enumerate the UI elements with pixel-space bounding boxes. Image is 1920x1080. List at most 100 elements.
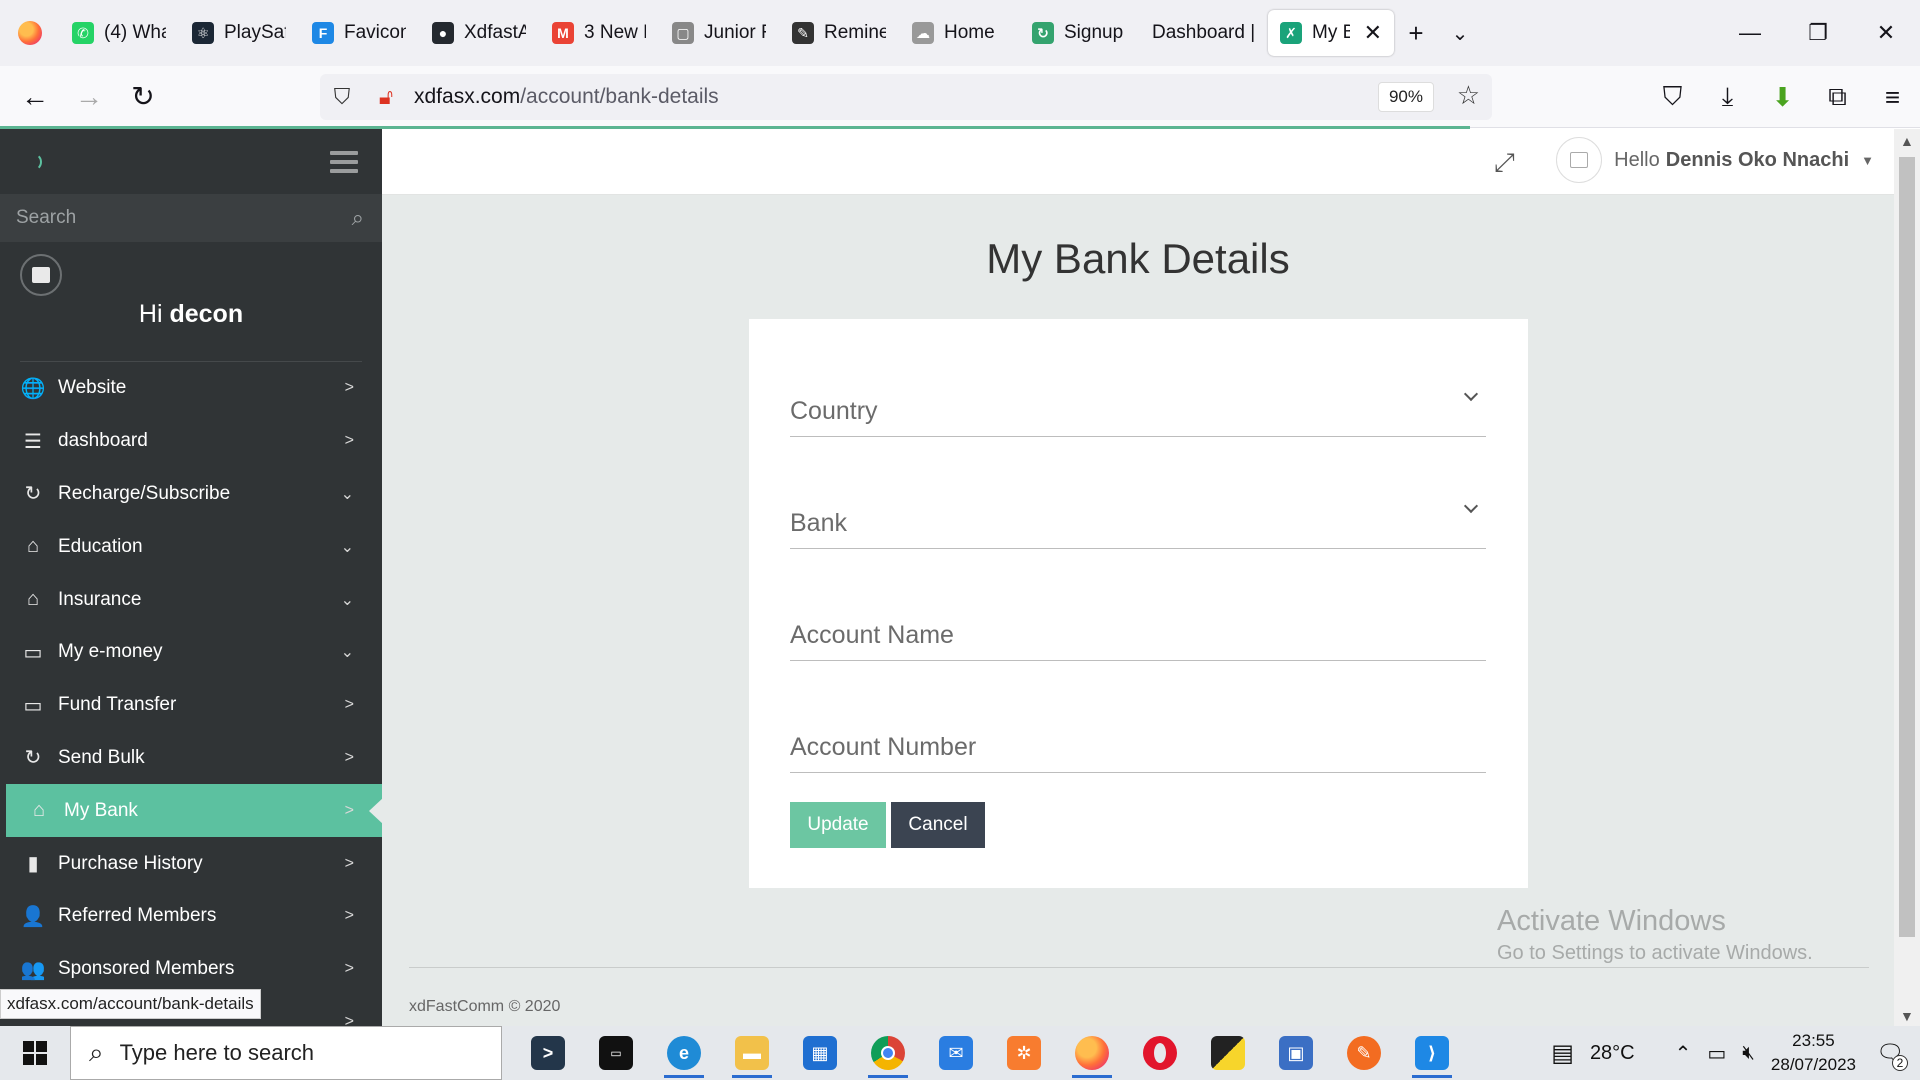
- tab-label: Junior Fu: [704, 22, 766, 43]
- browser-tab[interactable]: ● XdfastA: [420, 10, 538, 56]
- sidebar-user-panel: Hi decon: [20, 242, 362, 362]
- scroll-down-icon[interactable]: ▼: [1900, 1008, 1914, 1024]
- close-window-icon[interactable]: ✕: [1852, 0, 1920, 66]
- browser-tab[interactable]: ✆ (4) What: [60, 10, 178, 56]
- country-select[interactable]: Country: [790, 367, 1486, 437]
- sidebar-toggle-icon[interactable]: [330, 150, 358, 173]
- chevron-right-icon: >: [344, 960, 354, 978]
- remote-desktop-icon[interactable]: ▣: [1262, 1026, 1330, 1080]
- browser-tab[interactable]: ▢ Junior Fu: [660, 10, 778, 56]
- greeting-text: Hi: [138, 300, 163, 328]
- tray-chevron-up-icon[interactable]: ⌃: [1675, 1041, 1692, 1066]
- browser-tab[interactable]: Dashboard |: [1140, 10, 1266, 56]
- cancel-button[interactable]: Cancel: [891, 802, 985, 848]
- sidebar-item-purchase-history[interactable]: ▮ Purchase History >: [0, 837, 382, 890]
- extensions-puzzle-icon[interactable]: ⧉: [1810, 81, 1865, 113]
- sidebar-item-education[interactable]: ⌂ Education ⌄: [0, 520, 382, 573]
- speaker-muted-icon[interactable]: 🔇︎: [1742, 1042, 1755, 1065]
- account-name-field[interactable]: Account Name: [790, 591, 1486, 661]
- pocket-icon[interactable]: ⛉: [1645, 81, 1700, 113]
- minimize-window-icon[interactable]: —: [1716, 0, 1784, 66]
- close-tab-icon[interactable]: ✕: [1364, 20, 1382, 46]
- zoom-level[interactable]: 90%: [1377, 82, 1434, 112]
- bookmark-star-icon[interactable]: ☆: [1457, 80, 1480, 111]
- update-button[interactable]: Update: [790, 802, 886, 848]
- browser-tab[interactable]: ✎ Remine: [780, 10, 898, 56]
- app-menu-icon[interactable]: ≡: [1865, 82, 1920, 113]
- sidebar-search-input[interactable]: [16, 207, 316, 229]
- microsoft-store-icon[interactable]: ▦: [786, 1026, 854, 1080]
- firefox-menu-icon[interactable]: [0, 0, 60, 66]
- browser-tab[interactable]: F Favicon: [300, 10, 418, 56]
- fullscreen-expand-icon[interactable]: ⤢: [1494, 147, 1515, 179]
- search-icon[interactable]: ⌕: [352, 205, 364, 231]
- vscode-app-icon[interactable]: ⟩: [1398, 1026, 1466, 1080]
- address-bar[interactable]: ⛉ 🔓︎ xdfasx.com/account/bank-details 90%…: [320, 74, 1492, 120]
- firefox-app-icon[interactable]: [1058, 1026, 1126, 1080]
- tab-label: Home: [944, 22, 995, 43]
- footer-divider: [409, 967, 1869, 968]
- scroll-up-icon[interactable]: ▲: [1900, 133, 1914, 149]
- mail-app-icon[interactable]: ✉: [922, 1026, 990, 1080]
- sticky-notes-icon[interactable]: [1194, 1026, 1262, 1080]
- taskbar-search[interactable]: ⌕ Type here to search: [70, 1026, 502, 1080]
- notification-center-icon[interactable]: 🗨︎ 2: [1872, 1035, 1908, 1071]
- sidebar-item-dashboard[interactable]: ☰ dashboard >: [0, 415, 382, 468]
- hello-text: Hello: [1614, 148, 1660, 171]
- restore-window-icon[interactable]: ❐: [1784, 0, 1852, 66]
- meet-now-icon[interactable]: ▭: [1707, 1041, 1726, 1066]
- scrollbar-thumb[interactable]: [1899, 157, 1915, 937]
- edge-app-icon[interactable]: e: [650, 1026, 718, 1080]
- reload-icon[interactable]: ↻: [116, 70, 170, 124]
- sidebar-item-my-bank[interactable]: ⌂ My Bank >: [6, 784, 382, 838]
- sidebar-item-website[interactable]: 🌐 Website >: [0, 362, 382, 415]
- browser-tab[interactable]: M 3 New R: [540, 10, 658, 56]
- favicon-f-icon: F: [312, 22, 334, 44]
- downloads-icon[interactable]: ⤓: [1700, 81, 1755, 113]
- forward-arrow-icon[interactable]: →: [62, 70, 116, 124]
- sidebar-item-my-e-money[interactable]: ▭ My e-money ⌄: [0, 626, 382, 679]
- opera-app-icon[interactable]: [1126, 1026, 1194, 1080]
- taskbar-search-placeholder: Type here to search: [119, 1040, 315, 1065]
- react-icon: ⚛: [192, 22, 214, 44]
- xampp-app-icon[interactable]: ✲: [990, 1026, 1058, 1080]
- tracking-shield-icon[interactable]: ⛉: [320, 84, 364, 110]
- account-number-field[interactable]: Account Number: [790, 703, 1486, 773]
- sidebar-item-fund-transfer[interactable]: ▭ Fund Transfer >: [0, 679, 382, 732]
- page-scrollbar[interactable]: ▲ ▼: [1894, 129, 1920, 1026]
- sidebar-item-insurance[interactable]: ⌂ Insurance ⌄: [0, 573, 382, 626]
- terminal-app-icon[interactable]: ▭: [582, 1026, 650, 1080]
- sidebar-item-send-bulk[interactable]: ↻ Send Bulk >: [0, 732, 382, 785]
- pen-app-icon[interactable]: ✎: [1330, 1026, 1398, 1080]
- file-explorer-icon[interactable]: ▬: [718, 1026, 786, 1080]
- sidebar-item-recharge-subscribe[interactable]: ↻ Recharge/Subscribe ⌄: [0, 468, 382, 521]
- extension-download-icon[interactable]: ⬇: [1755, 82, 1810, 113]
- browser-tab[interactable]: ✗ My Ba ✕: [1268, 10, 1394, 56]
- chevron-right-icon: >: [344, 854, 354, 872]
- weather-temp[interactable]: 28°C: [1590, 1042, 1635, 1065]
- chevron-down-icon: ⌄: [340, 485, 354, 503]
- cloud-icon: ☁: [912, 22, 934, 44]
- taskbar-clock[interactable]: 23:55 28/07/2023: [1771, 1029, 1856, 1077]
- chrome-app-icon[interactable]: [854, 1026, 922, 1080]
- powershell-app-icon[interactable]: >: [514, 1026, 582, 1080]
- tab-label: Favicon: [344, 22, 406, 43]
- bank-label: Bank: [790, 509, 847, 537]
- browser-tab[interactable]: ☁ Home: [900, 10, 1018, 56]
- bank-select[interactable]: Bank: [790, 479, 1486, 549]
- address-url[interactable]: xdfasx.com/account/bank-details: [414, 85, 719, 109]
- back-arrow-icon[interactable]: ←: [8, 70, 62, 124]
- browser-tab[interactable]: ↻ Signup |: [1020, 10, 1138, 56]
- windows-start-icon[interactable]: [0, 1026, 70, 1080]
- sidebar-item-label: dashboard: [58, 430, 148, 452]
- browser-tab[interactable]: ⚛ PlaySafe: [180, 10, 298, 56]
- user-menu[interactable]: Hello Dennis Oko Nnachi ▼: [1556, 137, 1874, 183]
- sidebar-item-sponsored-members[interactable]: 👥 Sponsored Members >: [0, 943, 382, 996]
- activate-title: Activate Windows: [1497, 905, 1726, 937]
- list-tabs-chevron-icon[interactable]: ⌄: [1438, 11, 1482, 55]
- weather-icon[interactable]: ▤: [1551, 1039, 1574, 1068]
- clock-date: 28/07/2023: [1770, 1055, 1856, 1074]
- insecure-lock-icon[interactable]: 🔓︎: [364, 84, 408, 110]
- new-tab-plus-icon[interactable]: +: [1394, 11, 1438, 55]
- sidebar-item-referred-members[interactable]: 👤 Referred Members >: [0, 890, 382, 943]
